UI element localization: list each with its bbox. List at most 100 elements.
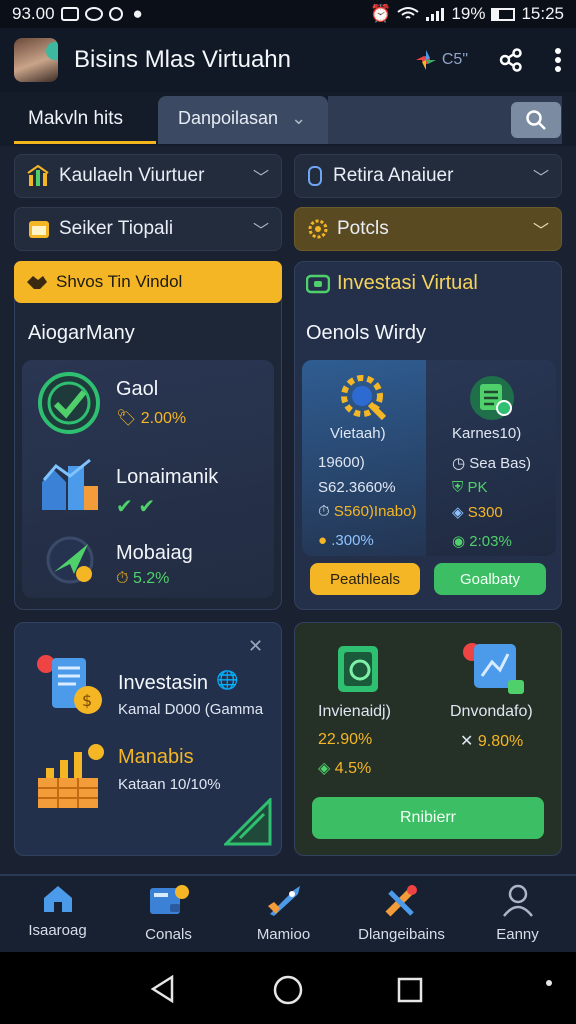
battery-percent: 19% — [451, 4, 486, 23]
status-time-right: 15:25 — [521, 4, 564, 23]
bar-chart-icon — [27, 165, 49, 186]
right-col-line-text: Sea Bas) — [469, 455, 531, 472]
right-col-label: Vietaah) — [330, 425, 386, 442]
growth-chart-icon — [38, 744, 104, 808]
rocket-icon — [267, 886, 300, 916]
status-time-left: 93.00 — [12, 4, 55, 23]
app-title: Bisins Mlas Virtuahn — [74, 46, 291, 73]
right-card-title: Investasi Virtual — [337, 272, 478, 294]
right-col-line: ⏱ S560)Inabo) — [318, 503, 416, 520]
corner-triangle-icon — [224, 798, 272, 846]
app-bar: Bisins Mlas Virtuahn C5" — [0, 28, 576, 92]
globe-icon: 🌐 — [216, 670, 239, 690]
document-coin-icon: $ — [37, 655, 102, 714]
filter-dropdown-1[interactable]: Kaulaeln Viurtuer ﹀ — [14, 154, 282, 198]
banner-label: Shvos Tin Vindol — [56, 272, 183, 291]
wifi-icon — [397, 7, 420, 19]
bottom-right-value: 22.90% — [318, 731, 372, 749]
tag-icon: 🏷 — [116, 410, 137, 427]
more-vert-icon[interactable] — [554, 47, 562, 73]
clock-icon: ◷ — [452, 455, 466, 472]
back-icon[interactable] — [148, 974, 178, 1004]
signal-icon — [426, 8, 445, 21]
tools-icon — [385, 885, 417, 917]
tab-dropdown[interactable]: Danpoilasan ⌄ — [158, 96, 328, 144]
mail-icon — [60, 7, 79, 21]
gear-coin-icon — [308, 219, 328, 239]
recents-icon[interactable] — [396, 976, 424, 1004]
coin-icon: ◉ — [452, 533, 466, 550]
right-col-line-text: S560)Inabo) — [333, 503, 417, 520]
filter-dropdown-2[interactable]: Retira Anaiuer ﹀ — [294, 154, 562, 198]
stack-icon: ◈ — [318, 760, 331, 777]
bottom-left-title: Manabis — [118, 746, 194, 768]
left-card-banner[interactable]: Shvos Tin Vindol — [14, 261, 282, 303]
bottom-right-label: Invienaidj) — [318, 703, 391, 720]
chevron-down-icon: ﹀ — [252, 170, 269, 187]
bottom-right-button[interactable]: Rnibierr — [312, 797, 544, 839]
home-circle-icon[interactable] — [272, 974, 304, 1006]
alarm-clock-icon: ⏰ — [370, 4, 392, 23]
target-check-icon — [38, 372, 100, 434]
filter-dropdown-3[interactable]: Seiker Tiopali ﹀ — [14, 207, 282, 251]
tab-markets[interactable]: Makvln hits — [14, 100, 156, 144]
wallet-icon — [149, 885, 189, 914]
clock-icon: ⏱ — [318, 503, 330, 520]
right-col-line: ◈ S300 — [452, 503, 503, 521]
cylinder-icon — [308, 166, 322, 186]
shield-icon: ⛨ — [452, 479, 464, 496]
user-icon — [502, 884, 533, 917]
right-col-line: ◉ 2:03% — [452, 532, 512, 550]
nav-label: Isaaroag — [28, 922, 87, 939]
tab-label: Danpoilasan — [178, 108, 279, 128]
bottom-right-value: ✕ 9.80% — [460, 731, 523, 751]
filter-label: Potcls — [337, 218, 389, 239]
chevron-down-icon: ﹀ — [532, 170, 549, 187]
right-col-label: Karnes10) — [452, 425, 522, 442]
close-icon[interactable]: ✕ — [248, 636, 263, 657]
left-item-value: ⏱ 5.2% — [116, 570, 169, 588]
network-badge[interactable]: C5" — [414, 48, 468, 72]
left-card-heading: AiogarMany — [28, 322, 135, 344]
chevron-down-icon: ﹀ — [252, 223, 269, 240]
right-col-line-text: 2:03% — [469, 533, 512, 550]
filter-dropdown-4[interactable]: Potcls ﹀ — [294, 207, 562, 251]
nav-item-wallet[interactable]: Conals — [111, 884, 226, 943]
status-bar: 93.00 ● ⏰ 19% 15:25 — [0, 0, 576, 28]
bottom-left-sub: Kataan 10/10% — [118, 776, 221, 793]
green-action-button[interactable]: Goalbaty — [434, 563, 546, 595]
check-marks-icon: ✔ ✔ — [116, 496, 156, 518]
left-item-value-text: 2.00% — [140, 410, 187, 427]
nav-label: Mamioo — [256, 926, 311, 943]
share-icon[interactable] — [498, 47, 524, 73]
search-button[interactable] — [511, 102, 561, 138]
bottom-right-value-text: 4.5% — [334, 760, 372, 777]
nav-item-tools[interactable]: Dlangeibains — [344, 884, 459, 943]
search-icon — [526, 110, 546, 130]
right-col-line: ● .300% — [318, 532, 374, 549]
calendar-icon — [29, 221, 49, 238]
bottom-right-value: ◈ 4.5% — [318, 758, 371, 778]
bottom-left-title: Investasin — [118, 672, 209, 694]
bottom-nav: Isaaroag Conals Mamioo Dlangeibains Eann… — [0, 874, 576, 952]
bottom-right-label: Dnvondafo) — [450, 703, 533, 720]
nav-item-home[interactable]: Isaaroag — [0, 884, 115, 939]
tab-bar: Makvln hits Danpoilasan ⌄ — [0, 92, 576, 146]
gear-magnifier-icon — [341, 375, 387, 421]
clock-icon: ⏱ — [116, 570, 129, 587]
report-check-icon — [470, 376, 514, 420]
right-col-line: ◷ Sea Bas) — [452, 454, 531, 472]
chevron-down-icon: ⌄ — [291, 108, 307, 128]
nav-item-profile[interactable]: Eanny — [460, 884, 575, 943]
filter-label: Seiker Tiopali — [59, 218, 174, 239]
nav-item-rocket[interactable]: Mamioo — [226, 884, 341, 943]
avatar[interactable] — [14, 38, 58, 82]
yellow-action-button[interactable]: Peathleals — [310, 563, 420, 595]
left-item-value-text: 5.2% — [132, 570, 170, 587]
wallet-icon — [306, 274, 330, 294]
right-col-line-text: PK — [467, 479, 488, 496]
alarm-icon — [108, 7, 123, 21]
right-col-line: S62.3660% — [318, 479, 396, 496]
left-item-value: 🏷 2.00% — [116, 408, 186, 428]
dot-icon — [546, 980, 552, 986]
